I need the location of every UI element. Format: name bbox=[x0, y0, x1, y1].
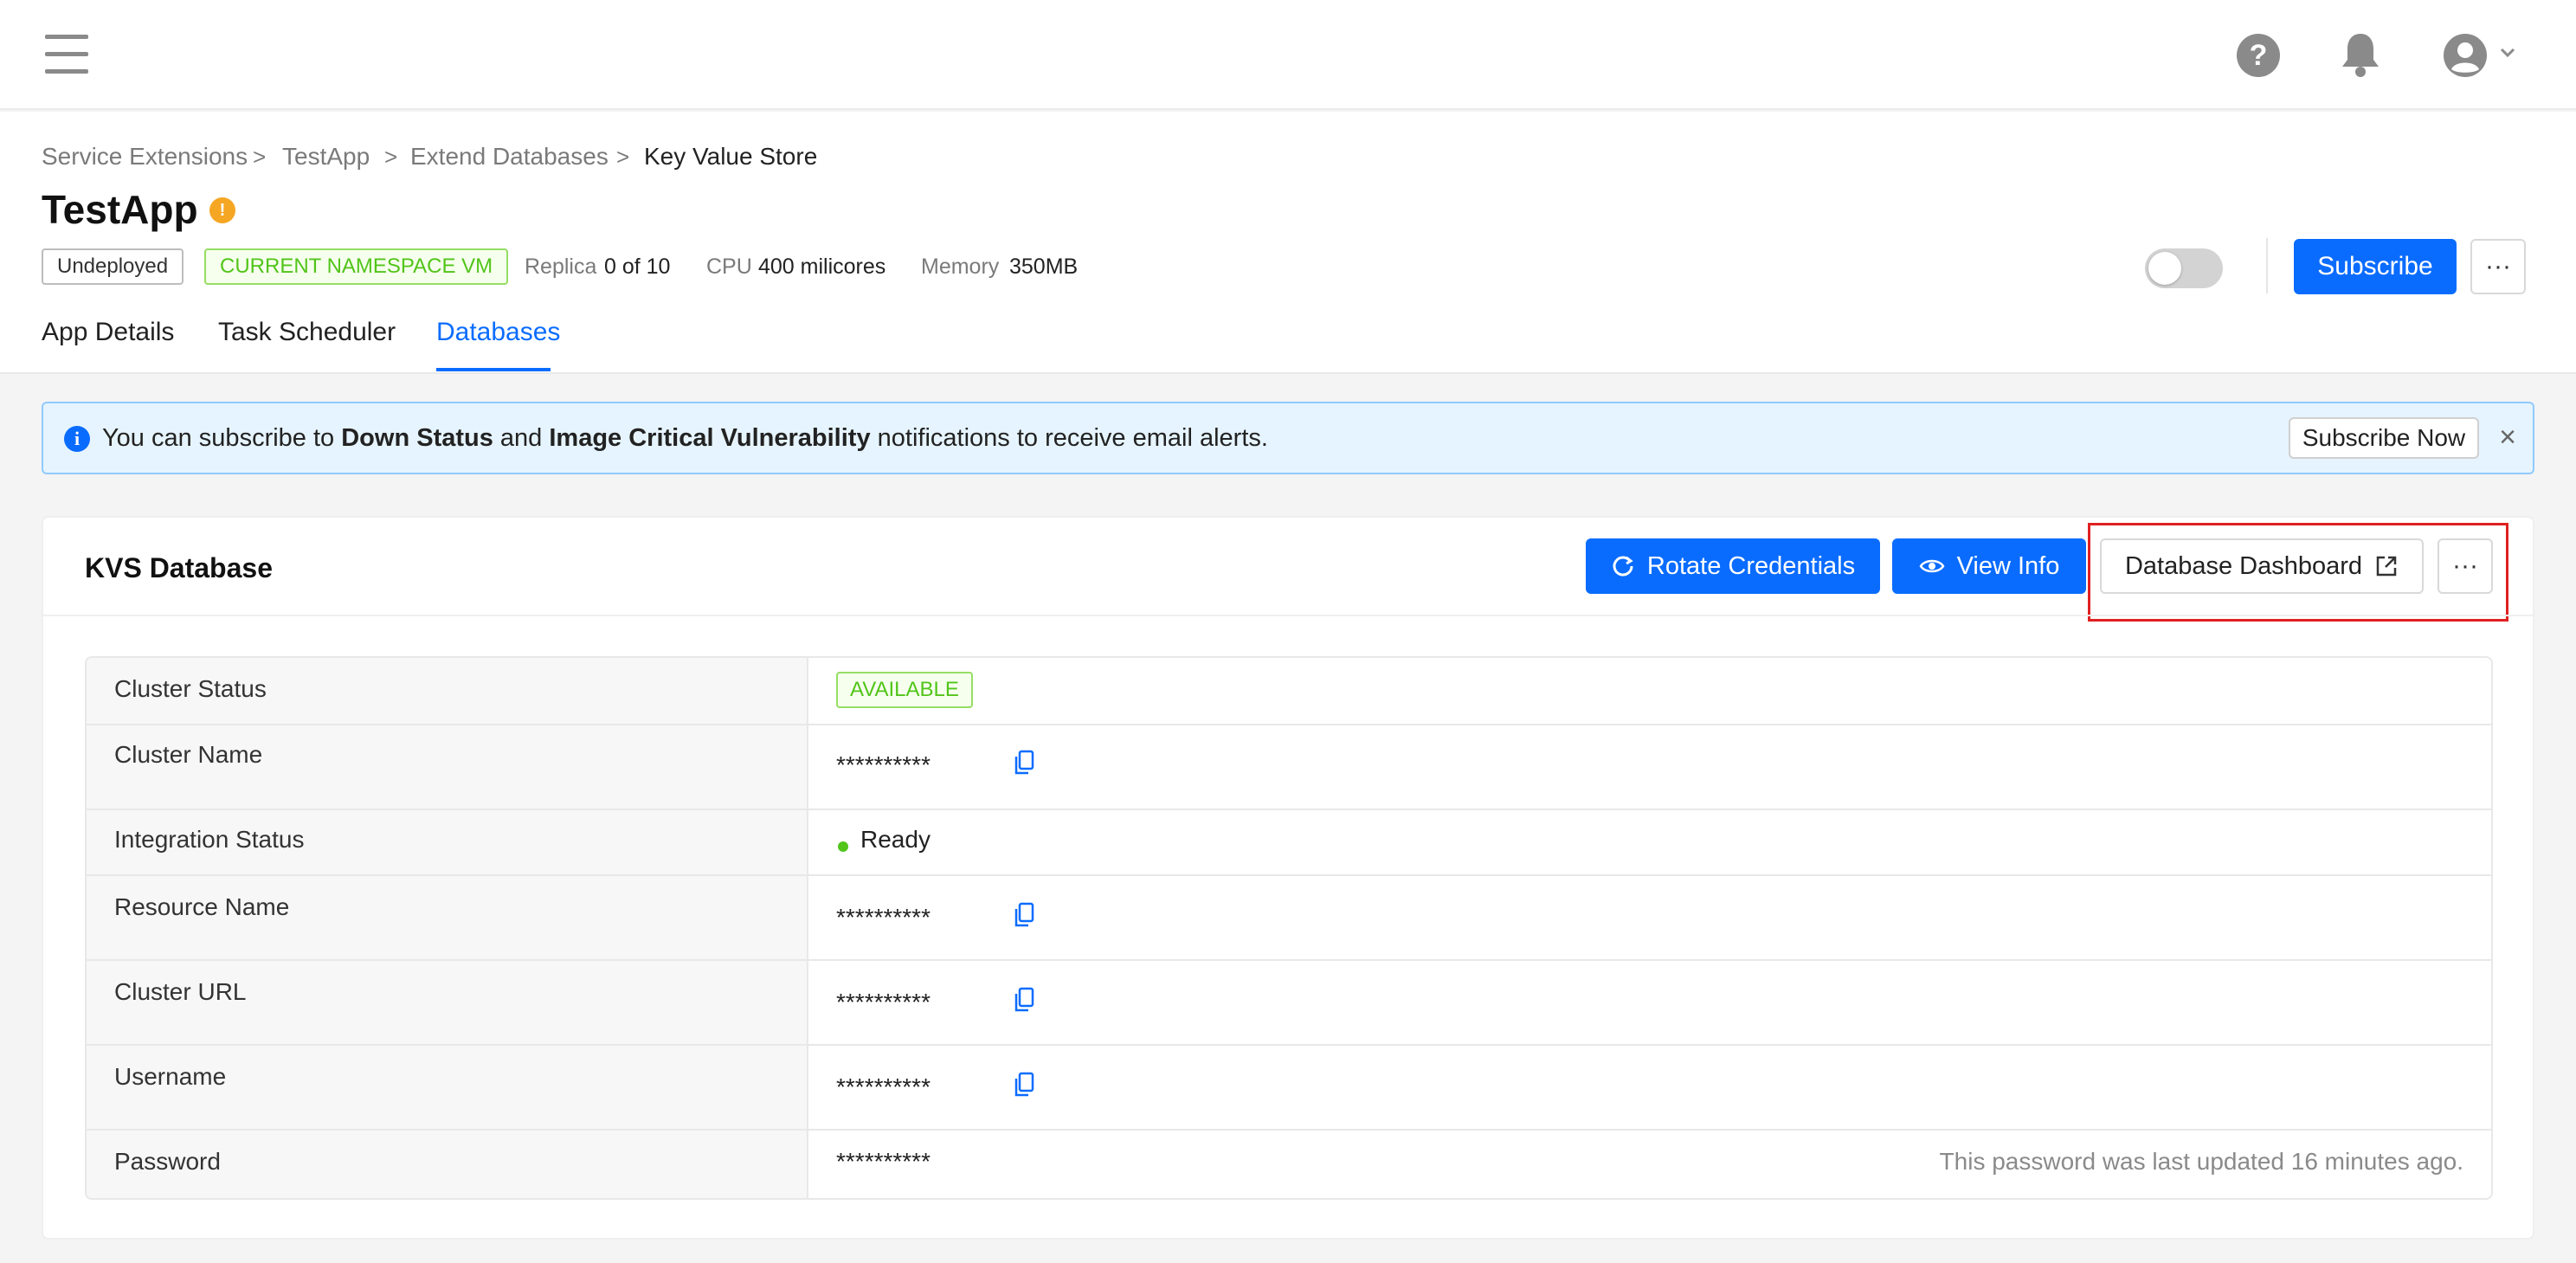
resource-name-label: Resource Name bbox=[114, 893, 290, 920]
password-label: Password bbox=[114, 1148, 221, 1175]
hamburger-icon[interactable] bbox=[45, 35, 88, 74]
row-divider bbox=[87, 809, 2491, 810]
rotate-credentials-button[interactable]: Rotate Credentials bbox=[1586, 538, 1880, 594]
status-dot-icon bbox=[838, 841, 848, 852]
copy-icon[interactable] bbox=[1013, 987, 1035, 1013]
refresh-icon bbox=[1613, 556, 1633, 577]
cluster-name-value: ********** bbox=[836, 751, 931, 778]
tab-app-details[interactable]: App Details bbox=[42, 318, 174, 347]
cluster-url-label: Cluster URL bbox=[114, 978, 247, 1005]
breadcrumb-separator: > bbox=[384, 144, 398, 170]
top-bar: ? bbox=[0, 0, 2576, 110]
question-icon[interactable]: ? bbox=[2237, 34, 2280, 77]
copy-icon[interactable] bbox=[1013, 750, 1035, 776]
subscribe-button[interactable]: Subscribe bbox=[2294, 239, 2457, 294]
tab-databases[interactable]: Databases bbox=[436, 318, 560, 347]
user-avatar-icon[interactable] bbox=[2443, 33, 2488, 78]
username-value: ********** bbox=[836, 1073, 931, 1100]
deploy-toggle[interactable] bbox=[2145, 248, 2223, 288]
row-divider bbox=[87, 874, 2491, 876]
eye-icon bbox=[1919, 559, 1945, 573]
close-icon[interactable]: × bbox=[2495, 422, 2521, 452]
cpu-label: CPU bbox=[706, 255, 752, 279]
memory-value: 350MB bbox=[1009, 255, 1079, 279]
chevron-down-icon[interactable] bbox=[2495, 40, 2521, 66]
divider bbox=[2266, 238, 2268, 293]
row-divider bbox=[87, 959, 2491, 961]
bell-icon[interactable] bbox=[2339, 31, 2382, 78]
breadcrumb-key-value-store: Key Value Store bbox=[644, 143, 818, 170]
row-divider bbox=[87, 1044, 2491, 1046]
label-column bbox=[87, 658, 808, 1198]
replica-value: 0 of 10 bbox=[604, 255, 671, 279]
kvs-database-card: KVS Database Rotate Credentials View Inf… bbox=[42, 516, 2534, 1240]
row-divider bbox=[87, 724, 2491, 725]
breadcrumb-separator: > bbox=[616, 144, 630, 170]
status-badge: Undeployed bbox=[42, 248, 184, 285]
memory-label: Memory bbox=[921, 255, 1000, 279]
more-actions-button[interactable]: ··· bbox=[2470, 239, 2526, 294]
page-title: TestApp bbox=[42, 187, 198, 232]
subscribe-now-button[interactable]: Subscribe Now bbox=[2289, 417, 2479, 459]
info-icon: i bbox=[64, 426, 90, 452]
breadcrumb-extend-databases[interactable]: Extend Databases bbox=[410, 143, 609, 171]
copy-icon[interactable] bbox=[1013, 902, 1035, 928]
replica-label: Replica bbox=[525, 255, 597, 279]
cluster-status-label: Cluster Status bbox=[114, 675, 267, 702]
tab-task-scheduler[interactable]: Task Scheduler bbox=[218, 318, 396, 347]
breadcrumb-separator: > bbox=[253, 144, 267, 170]
username-label: Username bbox=[114, 1063, 227, 1090]
credentials-table: Cluster Status AVAILABLE Cluster Name **… bbox=[85, 656, 2493, 1200]
alert-message: You can subscribe to Down Status and Ima… bbox=[102, 424, 1268, 452]
integration-status-value: Ready bbox=[860, 826, 931, 853]
resource-name-value: ********** bbox=[836, 904, 931, 931]
cpu-value: 400 milicores bbox=[758, 255, 886, 279]
password-updated-note: This password was last updated 16 minute… bbox=[1939, 1148, 2463, 1175]
cluster-url-value: ********** bbox=[836, 989, 931, 1015]
view-info-button[interactable]: View Info bbox=[1892, 538, 2086, 594]
integration-status-label: Integration Status bbox=[114, 826, 305, 853]
warning-info-icon[interactable]: ! bbox=[209, 197, 235, 223]
breadcrumb-service-extensions[interactable]: Service Extensions bbox=[42, 143, 248, 171]
cluster-status-badge: AVAILABLE bbox=[836, 672, 973, 708]
copy-icon[interactable] bbox=[1013, 1072, 1035, 1098]
card-divider bbox=[43, 615, 2533, 616]
password-value: ********** bbox=[836, 1148, 931, 1175]
highlight-box bbox=[2088, 523, 2508, 622]
subscription-alert: i You can subscribe to Down Status and I… bbox=[42, 402, 2534, 474]
breadcrumb-testapp[interactable]: TestApp bbox=[282, 143, 370, 171]
row-divider bbox=[87, 1129, 2491, 1131]
cluster-name-label: Cluster Name bbox=[114, 741, 263, 768]
active-tab-indicator bbox=[436, 368, 551, 371]
namespace-badge: CURRENT NAMESPACE VM bbox=[204, 248, 509, 285]
card-title: KVS Database bbox=[85, 552, 273, 583]
app-header: Service Extensions > TestApp > Extend Da… bbox=[0, 112, 2576, 374]
